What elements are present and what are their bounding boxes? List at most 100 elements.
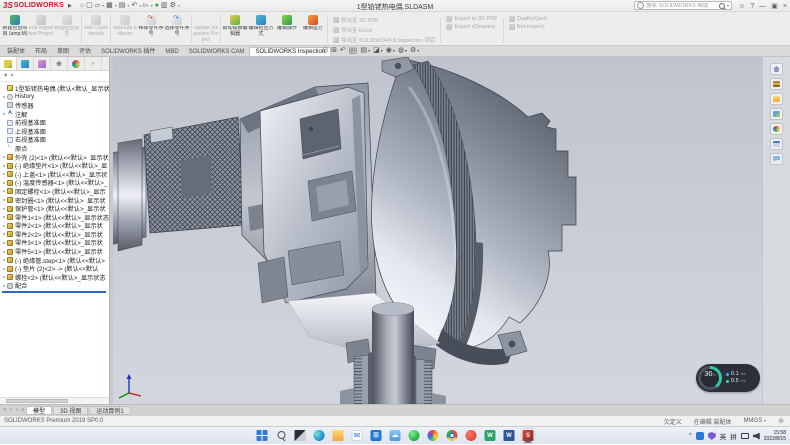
sheet-tab-1[interactable]: 3D 视图 — [53, 406, 88, 415]
tree-item[interactable]: 传感器 — [2, 101, 109, 110]
search-input[interactable] — [646, 3, 717, 9]
command-tab-4[interactable]: SOLIDWORKS 插件 — [96, 45, 160, 56]
tree-item[interactable]: ►螺栓<2> (默认<<默认>_显示状态 — [2, 273, 109, 282]
options-icon[interactable]: ⚙ — [170, 2, 176, 9]
solidworks-app[interactable]: S — [521, 428, 536, 443]
manager-tab-properties[interactable] — [17, 57, 34, 70]
tree-item[interactable]: ►零件2<1> (默认<<默认>_显示状 — [2, 222, 109, 231]
manager-tab-configurations[interactable] — [34, 57, 51, 70]
add-characteristic-button[interactable]: Add Characteristic — [83, 13, 109, 45]
remove-balloons-button[interactable]: 移除零件序号 — [138, 13, 164, 45]
search-app[interactable] — [274, 428, 289, 443]
tree-filter-row[interactable]: ▼ ▾ — [0, 71, 109, 82]
file-explorer-icon[interactable] — [770, 93, 783, 105]
tree-item[interactable]: 上视基准面 — [2, 127, 109, 136]
filter-caret-icon[interactable]: ▾ — [10, 73, 13, 79]
launch-template-editor-button[interactable]: 启动模板编辑器 — [222, 13, 248, 45]
zoom-area-icon[interactable]: ⊞ — [331, 47, 337, 54]
export-item[interactable]: 导出至 2D PDF — [333, 16, 435, 24]
minimize-button[interactable]: — — [759, 3, 766, 10]
filter-funnel-icon[interactable]: ▼ — [3, 73, 8, 79]
undo-icon[interactable]: ↶ — [131, 2, 137, 9]
previous-view-icon[interactable]: ↶ — [340, 47, 346, 54]
edit-inspection-method-button[interactable]: 编辑检查方式 — [248, 13, 274, 45]
new-inspection-project-button[interactable]: 新建检查项目 (amp;M) — [2, 13, 28, 45]
file-explorer-app[interactable] — [331, 428, 346, 443]
store-app[interactable]: ⊞ — [369, 428, 384, 443]
ime-pinyin-indicator[interactable]: 拼 — [730, 431, 737, 441]
add-edit-balloons-button[interactable]: Add/Edit Balloons — [112, 13, 138, 45]
command-tab-5[interactable]: MBD — [160, 48, 183, 56]
view-settings-caret-icon[interactable]: ▾ — [417, 48, 419, 53]
wps-app[interactable]: W — [483, 428, 498, 443]
display-style-icon[interactable]: ◪ — [373, 47, 380, 54]
save-icon[interactable]: ▦ — [106, 2, 113, 9]
panel-splitter[interactable] — [110, 57, 113, 404]
edit-monitor-button[interactable]: 编辑监方 — [300, 13, 326, 45]
browser-360-app[interactable] — [407, 428, 422, 443]
manager-tab-features[interactable] — [0, 57, 17, 70]
menu-expand-arrow-icon[interactable]: ▶ — [68, 3, 72, 9]
save-caret-icon[interactable]: ▾ — [115, 3, 117, 8]
cast-display-icon[interactable] — [741, 433, 749, 439]
view-palette-icon[interactable] — [770, 108, 783, 120]
export-item[interactable]: Net-Inspect — [509, 24, 547, 30]
scrollbar-thumb[interactable] — [6, 399, 68, 403]
export-item[interactable]: Export eDrawing — [446, 24, 497, 30]
view-settings-icon[interactable]: ⚙ — [410, 47, 416, 54]
command-tab-1[interactable]: 布局 — [30, 45, 52, 56]
start-app[interactable] — [255, 428, 270, 443]
sheet-tab-0[interactable]: 模型 — [26, 406, 52, 415]
sheet-tab-2[interactable]: 运动算例1 — [89, 406, 130, 415]
graphics-area[interactable]: 36% 0.1 K/s 0.5 K/s — [110, 57, 762, 404]
units-selector[interactable]: MMGS▾ — [743, 418, 766, 424]
music-app[interactable] — [464, 428, 479, 443]
pc-manager-icon[interactable] — [696, 432, 704, 440]
tag-icon[interactable]: ⊕ — [778, 417, 784, 425]
clock[interactable]: 15:582022/8/15 — [764, 430, 786, 443]
magnifier-icon[interactable] — [719, 3, 725, 9]
tree-item[interactable]: 前视基准面 — [2, 118, 109, 127]
new-document-icon[interactable]: ▢ — [86, 2, 93, 9]
edge-app[interactable] — [312, 428, 327, 443]
ime-english-indicator[interactable]: 英 — [720, 431, 727, 441]
tree-item[interactable]: 右视基准面 — [2, 136, 109, 145]
tree-horizontal-scrollbar[interactable] — [0, 397, 109, 404]
search-box[interactable]: ▾ — [634, 1, 732, 10]
speaker-icon[interactable] — [753, 433, 760, 440]
command-tab-6[interactable]: SOLIDWORKS CAM — [184, 48, 250, 56]
feature-tree-root[interactable]: 1型铂铑热电偶 (默认<默认_显示状态-1 — [2, 84, 109, 93]
mail-app[interactable]: ✉ — [350, 428, 365, 443]
options-caret-icon[interactable]: ▾ — [178, 3, 180, 8]
command-tab-0[interactable]: 装配体 — [2, 45, 30, 56]
help-button[interactable]: ? — [750, 3, 754, 10]
task-view-app[interactable] — [293, 428, 308, 443]
tree-item[interactable]: ►零件3<1> (默认<<默认>_显示状 — [2, 239, 109, 248]
manager-tab-overflow[interactable]: » — [85, 57, 102, 70]
tree-item[interactable]: ►密封圈<1> (默认<<默认>_显示状 — [2, 196, 109, 205]
edit-appearance-caret-icon[interactable]: ▾ — [405, 48, 407, 53]
select-icon[interactable]: ▻ — [143, 2, 148, 9]
view-orientation-caret-icon[interactable]: ▾ — [368, 48, 370, 53]
hide-show-icon[interactable]: ◉ — [386, 47, 392, 54]
print-icon[interactable]: ▤ — [119, 2, 126, 9]
tree-item[interactable]: 原点 — [2, 144, 109, 153]
open-icon[interactable]: ▱ — [95, 2, 100, 9]
command-tab-7[interactable]: SOLIDWORKS Inspection — [249, 47, 331, 56]
solidworks-forum-icon[interactable] — [770, 153, 783, 165]
tray-expand-icon[interactable]: ^ — [689, 433, 692, 439]
tree-item[interactable]: ►外壳 (2)<1> (默认<<默认>_显示状 — [2, 153, 109, 162]
file-properties-icon[interactable]: ▥ — [161, 2, 168, 9]
tree-item[interactable]: ►(-) 垫片 (2)<2> -> (默认<<默认 — [2, 264, 109, 273]
rebuild-icon[interactable]: ● — [155, 2, 159, 9]
tree-item[interactable]: ►保护管<1> (默认<<默认>_显示状 — [2, 204, 109, 213]
manager-tab-dimxpert[interactable]: ⊕ — [51, 57, 68, 70]
export-item[interactable]: 导出至 Excel — [333, 26, 435, 34]
update-inspection-project-button[interactable]: Update Inspection Project — [193, 13, 219, 45]
edit-appearance-icon[interactable]: ◍ — [398, 47, 404, 54]
tree-item[interactable]: ►固定螺栓<1> (默认<<默认>_显示 — [2, 187, 109, 196]
design-library-icon[interactable] — [770, 78, 783, 90]
section-view-icon[interactable]: ◫ — [349, 47, 358, 54]
command-tab-3[interactable]: 评估 — [74, 45, 96, 56]
custom-properties-icon[interactable] — [770, 138, 783, 150]
